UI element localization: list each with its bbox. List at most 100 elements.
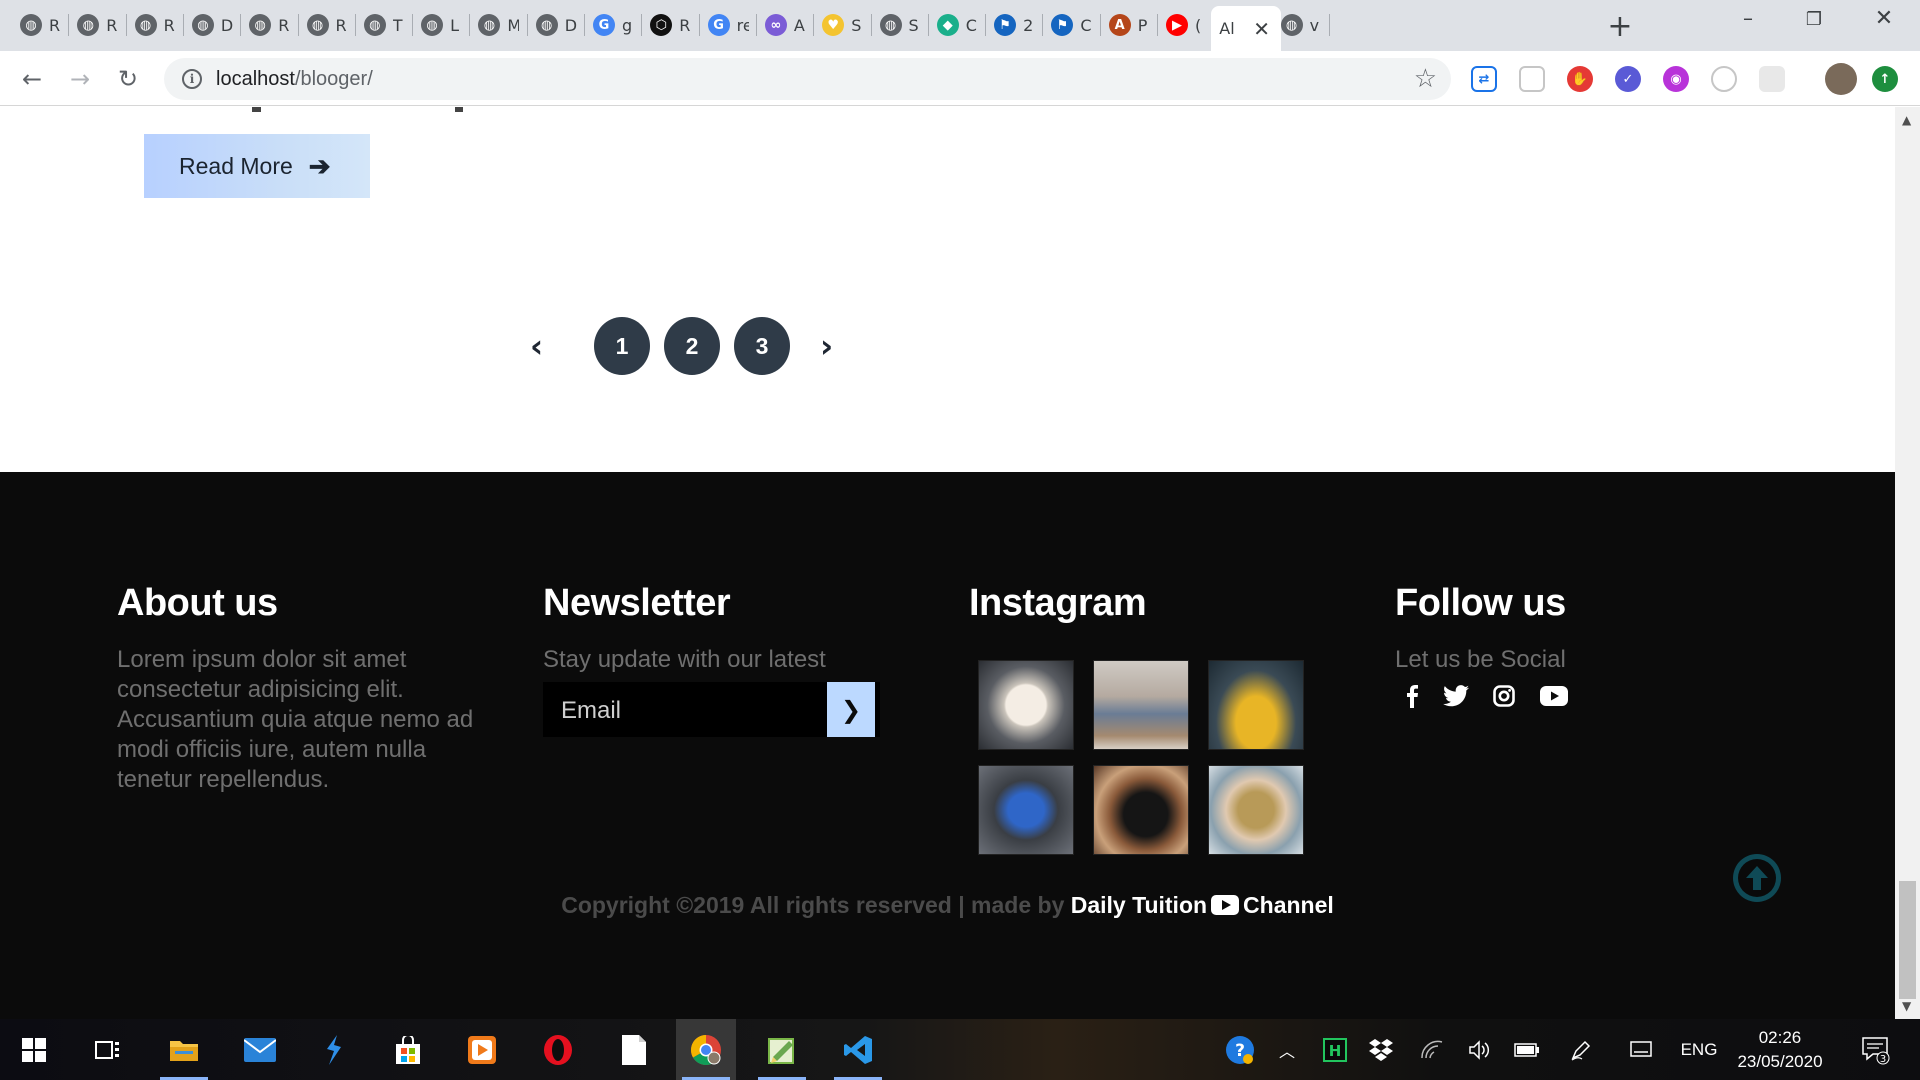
text-fragment xyxy=(252,107,261,112)
store-icon[interactable] xyxy=(378,1019,438,1080)
woman-sitting-photo[interactable] xyxy=(1093,660,1189,750)
browser-tab[interactable]: ◍ R xyxy=(127,6,181,44)
adblock-extension-icon[interactable]: ✋ xyxy=(1567,66,1593,92)
minimize-icon[interactable]: – xyxy=(1730,6,1766,30)
action-center-icon[interactable]: 3 xyxy=(1856,1019,1896,1080)
read-more-button[interactable]: Read More ➔ xyxy=(144,134,370,198)
prev-page-icon[interactable]: ‹ xyxy=(530,327,543,365)
notepad-plus-icon[interactable] xyxy=(752,1019,812,1080)
address-bar[interactable]: i localhost/blooger/ ☆ xyxy=(164,58,1451,100)
browser-tab[interactable]: ⚑ C xyxy=(1043,6,1097,44)
browser-tab[interactable]: ⬡ R xyxy=(642,6,696,44)
opera-icon[interactable] xyxy=(528,1019,588,1080)
dim-extension-icon[interactable] xyxy=(1711,66,1737,92)
facebook-icon[interactable] xyxy=(1396,680,1428,712)
blue-toy-car-photo[interactable] xyxy=(978,765,1074,855)
browser-tab[interactable]: ◍ R xyxy=(241,6,295,44)
tab-title: D xyxy=(564,15,577,35)
man-yellow-sweater-photo[interactable] xyxy=(1208,660,1304,750)
new-tab-button[interactable]: + xyxy=(1604,9,1636,44)
notepad-icon[interactable] xyxy=(604,1019,664,1080)
page-2-button[interactable]: 2 xyxy=(664,317,720,375)
page-3-button[interactable]: 3 xyxy=(734,317,790,375)
visual-studio-icon[interactable] xyxy=(304,1019,364,1080)
browser-tab[interactable]: ▶( xyxy=(1158,6,1212,44)
grey-extension-icon[interactable] xyxy=(1759,66,1785,92)
check-extension-icon[interactable]: ✓ xyxy=(1615,66,1641,92)
close-window-icon[interactable]: ✕ xyxy=(1866,6,1902,31)
copyright-brand[interactable]: Daily Tuition xyxy=(1071,892,1207,918)
browser-tab[interactable]: ◍ R xyxy=(299,6,353,44)
browser-tab[interactable]: ◍ S xyxy=(872,6,926,44)
browser-tab[interactable]: ♥ S xyxy=(814,6,868,44)
browser-tab[interactable]: ⚑ 2 xyxy=(986,6,1040,44)
browser-tab[interactable]: ◍ M xyxy=(470,6,524,44)
battery-icon[interactable] xyxy=(1512,1019,1542,1080)
task-view-icon[interactable] xyxy=(78,1019,138,1080)
touch-keyboard-icon[interactable] xyxy=(1626,1019,1656,1080)
browser-tab[interactable]: Gre xyxy=(700,6,754,44)
restore-icon[interactable]: ❐ xyxy=(1796,9,1832,30)
tab-title: D xyxy=(220,15,233,35)
help-icon[interactable]: ? xyxy=(1222,1019,1258,1080)
show-hidden-icons-icon[interactable]: ︿ xyxy=(1272,1019,1302,1080)
browser-tab[interactable]: AP xyxy=(1101,6,1155,44)
youtube-icon: ▶ xyxy=(1166,14,1188,36)
browser-tab[interactable]: ◍ R xyxy=(69,6,123,44)
scroll-down-icon[interactable]: ▼ xyxy=(1902,999,1911,1013)
next-page-icon[interactable]: › xyxy=(820,327,833,365)
browser-tab[interactable]: ◍ R xyxy=(12,6,66,44)
browser-tab[interactable]: ◆ C xyxy=(929,6,983,44)
newsletter-submit-button[interactable]: ❯ xyxy=(827,682,875,737)
chrome-icon[interactable] xyxy=(676,1019,736,1080)
clock[interactable]: 02:26 23/05/2020 xyxy=(1732,1026,1828,1074)
reader-extension-icon[interactable] xyxy=(1519,66,1545,92)
scroll-thumb[interactable] xyxy=(1899,881,1916,999)
browser-tab[interactable]: Al ✕ xyxy=(1211,6,1282,51)
page-scrollbar[interactable]: ▲ ▼ xyxy=(1895,107,1920,1019)
mail-icon[interactable] xyxy=(230,1019,290,1080)
browser-tab[interactable]: ◍ D xyxy=(528,6,582,44)
browser-tab[interactable]: ◍ v xyxy=(1273,6,1327,44)
start-icon[interactable] xyxy=(4,1019,64,1080)
newsletter-title: Newsletter xyxy=(543,582,731,624)
twitter-icon[interactable] xyxy=(1440,680,1472,712)
tab-title: R xyxy=(335,15,347,35)
poodle-photo[interactable] xyxy=(978,660,1074,750)
reload-button[interactable]: ↻ xyxy=(110,61,146,97)
profile-avatar[interactable] xyxy=(1825,63,1857,95)
pen-icon[interactable] xyxy=(1566,1019,1596,1080)
tab-title: P xyxy=(1137,15,1148,35)
compass-photo[interactable] xyxy=(1208,765,1304,855)
tab-close-icon[interactable]: ✕ xyxy=(1253,17,1270,41)
back-button[interactable]: ← xyxy=(14,61,50,97)
scroll-up-icon[interactable]: ▲ xyxy=(1902,113,1911,127)
globe-icon: ◍ xyxy=(478,14,501,36)
browser-tab[interactable]: ◍ L xyxy=(413,6,467,44)
hwinfo-icon[interactable]: H xyxy=(1320,1019,1350,1080)
youtube-icon[interactable] xyxy=(1536,680,1572,712)
color-picker-extension-icon[interactable]: ◉ xyxy=(1663,66,1689,92)
file-explorer-icon[interactable] xyxy=(154,1019,214,1080)
page-1-button[interactable]: 1 xyxy=(594,317,650,375)
codepen-icon: ⬡ xyxy=(650,14,673,36)
wifi-icon[interactable] xyxy=(1417,1019,1447,1080)
media-player-icon[interactable] xyxy=(452,1019,512,1080)
vscode-icon[interactable] xyxy=(828,1019,888,1080)
instagram-icon[interactable] xyxy=(1488,680,1520,712)
browser-tab[interactable]: ◍ T xyxy=(356,6,410,44)
translate-extension-icon[interactable]: ⇄ xyxy=(1471,66,1497,92)
browser-tab[interactable]: ◍ D xyxy=(184,6,238,44)
copyright-brand-channel[interactable]: Channel xyxy=(1243,892,1334,918)
volume-icon[interactable] xyxy=(1465,1019,1495,1080)
browser-tab[interactable]: ∞ A xyxy=(757,6,811,44)
update-icon[interactable]: ↑ xyxy=(1872,66,1898,92)
language-indicator[interactable]: ENG xyxy=(1676,1019,1722,1080)
site-info-icon[interactable]: i xyxy=(182,69,202,89)
camera-photo[interactable] xyxy=(1093,765,1189,855)
forward-button[interactable]: → xyxy=(62,61,98,97)
bookmark-star-icon[interactable]: ☆ xyxy=(1414,64,1437,94)
browser-tab[interactable]: Gg xyxy=(585,6,639,44)
email-input[interactable] xyxy=(543,688,825,734)
dropbox-icon[interactable] xyxy=(1366,1019,1396,1080)
